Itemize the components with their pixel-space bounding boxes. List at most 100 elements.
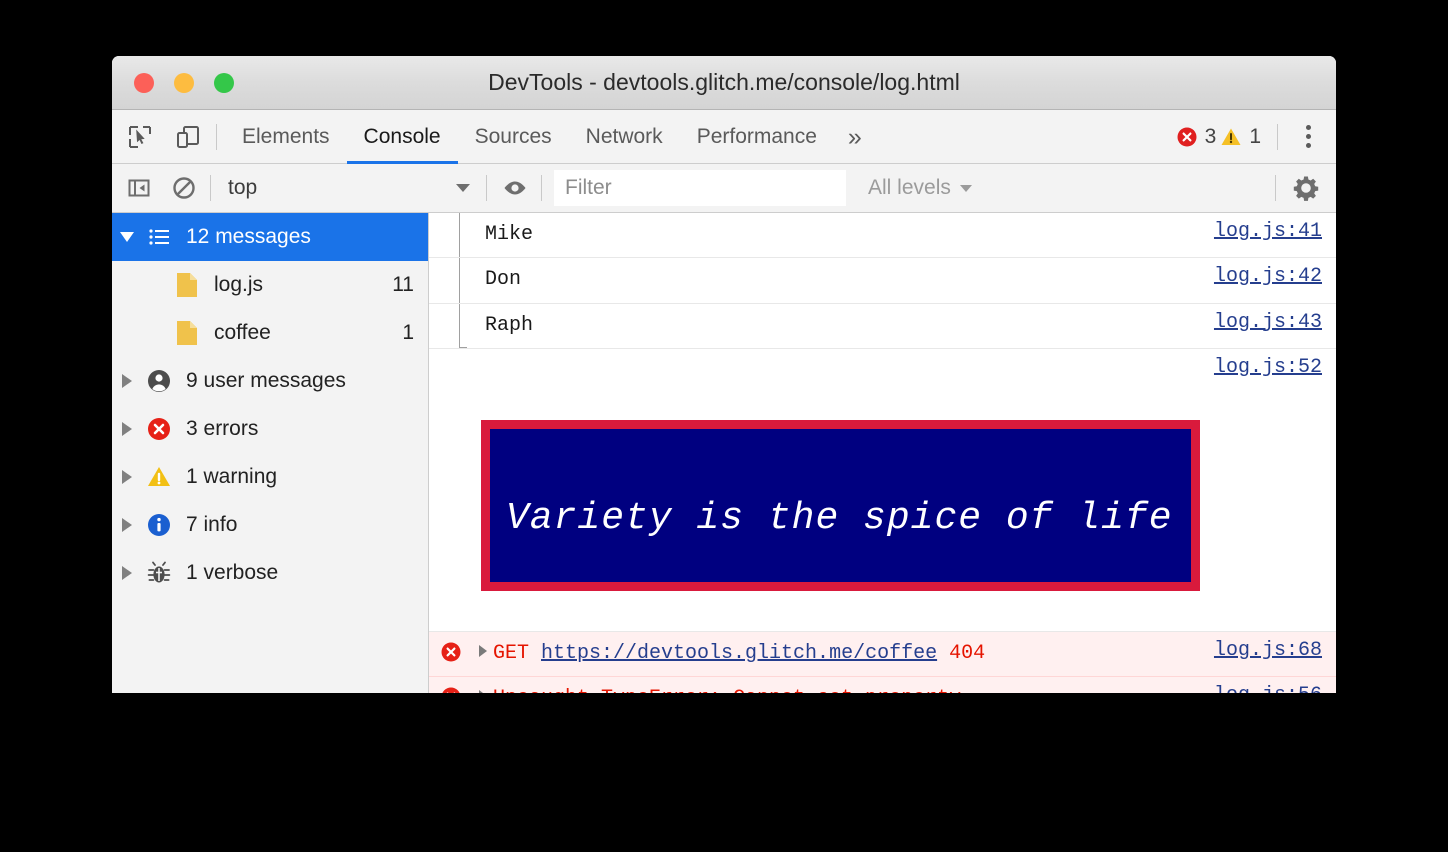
source-link[interactable]: log.js:56: [1200, 677, 1336, 693]
disclosure-triangle-down-icon[interactable]: [112, 232, 142, 242]
sidebar-item-label: coffee: [214, 321, 271, 344]
execution-context-label: top: [228, 176, 258, 199]
toolbar-divider: [210, 175, 211, 201]
console-message-row-error[interactable]: Uncaught TypeError: Cannot set property'…: [429, 677, 1336, 693]
device-toolbar-icon[interactable]: [168, 117, 208, 157]
error-count-value: 3: [1204, 124, 1217, 148]
bug-icon: [142, 560, 176, 586]
tab-sources[interactable]: Sources: [458, 110, 569, 164]
user-icon: [142, 368, 176, 394]
source-link[interactable]: log.js:43: [1200, 304, 1336, 334]
toolbar-divider: [486, 175, 487, 201]
sidebar-item-label: 12 messages: [186, 225, 311, 248]
source-link[interactable]: log.js:42: [1200, 258, 1336, 288]
show-console-sidebar-icon[interactable]: [121, 170, 157, 206]
error-icon: [429, 632, 473, 663]
disclosure-triangle-right-icon[interactable]: [112, 518, 142, 532]
inspect-element-icon[interactable]: [120, 117, 160, 157]
toolbar-divider: [1277, 123, 1278, 150]
kebab-menu-icon[interactable]: [1290, 117, 1326, 157]
console-messages-list[interactable]: Mike log.js:41 Don log.js:42 Raph log.js…: [429, 213, 1336, 693]
console-message-text: Uncaught TypeError: Cannot set property'…: [493, 677, 1200, 693]
warning-count-value: 1: [1249, 124, 1261, 148]
devtools-window: DevTools - devtools.glitch.me/console/lo…: [112, 56, 1336, 693]
disclosure-triangle-right-icon[interactable]: [112, 422, 142, 436]
clear-console-icon[interactable]: [166, 170, 202, 206]
sidebar-item-all-messages[interactable]: 12 messages: [112, 213, 428, 261]
sidebar-item-logjs[interactable]: log.js 11: [112, 261, 428, 309]
file-icon: [170, 271, 204, 299]
toolbar-divider: [216, 123, 217, 150]
warning-icon: [1221, 128, 1241, 145]
expand-message-arrow[interactable]: [473, 677, 493, 693]
sidebar-item-label: 7 info: [186, 513, 238, 536]
window-titlebar: DevTools - devtools.glitch.me/console/lo…: [112, 56, 1336, 110]
console-message-row-styled[interactable]: Variety is the spice of life log.js:52: [429, 349, 1336, 633]
settings-gear-icon[interactable]: [1288, 170, 1324, 206]
console-message-text: Mike: [485, 223, 534, 246]
error-icon: [142, 416, 176, 442]
sidebar-item-coffee[interactable]: coffee 1: [112, 309, 428, 357]
console-message-text: GET https://devtools.glitch.me/coffee 40…: [493, 632, 1200, 676]
create-live-expression-icon[interactable]: [497, 170, 533, 206]
console-message-row[interactable]: Raph log.js:43: [429, 303, 1336, 350]
panel-tabs: Elements Console Sources Network Perform…: [225, 110, 876, 164]
error-icon: [429, 677, 473, 693]
sidebar-item-info[interactable]: 7 info: [112, 501, 428, 549]
console-message-row-error[interactable]: GET https://devtools.glitch.me/coffee 40…: [429, 632, 1336, 678]
console-filter-toolbar: top All levels: [112, 164, 1336, 213]
error-icon: [1177, 127, 1197, 146]
execution-context-selector[interactable]: top: [228, 170, 478, 206]
sidebar-item-label: log.js: [214, 273, 264, 296]
error-message-line1: Uncaught TypeError: Cannot set property: [493, 687, 961, 693]
console-body: 12 messages log.js 11 coffee 1 9 user me…: [112, 213, 1336, 693]
expand-message-arrow[interactable]: [473, 632, 493, 658]
sidebar-item-count: 11: [392, 273, 414, 296]
file-icon: [170, 319, 204, 347]
tab-performance[interactable]: Performance: [680, 110, 834, 164]
info-icon: [142, 512, 176, 538]
sidebar-item-user-messages[interactable]: 9 user messages: [112, 357, 428, 405]
disclosure-triangle-right-icon[interactable]: [112, 566, 142, 580]
filter-input[interactable]: [554, 170, 846, 206]
disclosure-triangle-right-icon[interactable]: [112, 374, 142, 388]
tab-network[interactable]: Network: [569, 110, 680, 164]
sidebar-item-label: 1 verbose: [186, 561, 279, 584]
console-message-text: Raph: [485, 313, 534, 337]
list-icon: [142, 225, 176, 249]
error-count-badge[interactable]: 3: [1176, 124, 1217, 149]
group-indent-line: [459, 258, 460, 303]
sidebar-item-errors[interactable]: 3 errors: [112, 405, 428, 453]
sidebar-item-label: 9 user messages: [186, 369, 346, 392]
sidebar-item-label: 1 warning: [186, 465, 278, 488]
console-message-row[interactable]: Don log.js:42: [429, 258, 1336, 304]
sidebar-item-warnings[interactable]: 1 warning: [112, 453, 428, 501]
styled-message-text: Variety is the spice of life: [506, 496, 1173, 540]
sidebar-item-verbose[interactable]: 1 verbose: [112, 549, 428, 597]
warning-icon: [142, 464, 176, 490]
tabbar-right-group: 3 1: [1176, 110, 1336, 164]
console-sidebar: 12 messages log.js 11 coffee 1 9 user me…: [112, 213, 429, 693]
tab-console[interactable]: Console: [346, 110, 458, 164]
toolbar-divider: [1275, 175, 1276, 201]
sidebar-item-label: 3 errors: [186, 417, 259, 440]
group-indent-line: [459, 213, 460, 258]
error-url-link[interactable]: https://devtools.glitch.me/coffee: [541, 642, 937, 665]
disclosure-triangle-right-icon[interactable]: [112, 470, 142, 484]
console-message-row[interactable]: Mike log.js:41: [429, 213, 1336, 259]
warning-count-badge[interactable]: 1: [1220, 125, 1261, 149]
styled-message-box: Variety is the spice of life: [481, 419, 1200, 591]
group-indent-line: [459, 303, 467, 349]
toolbar-divider: [541, 175, 542, 201]
source-link[interactable]: log.js:41: [1200, 213, 1336, 243]
log-level-selector[interactable]: All levels: [868, 170, 972, 206]
window-title: DevTools - devtools.glitch.me/console/lo…: [488, 69, 960, 95]
source-link[interactable]: log.js:68: [1200, 632, 1336, 662]
more-tabs-button[interactable]: »: [834, 110, 876, 164]
source-link[interactable]: log.js:52: [1200, 349, 1336, 379]
devtools-tabbar: Elements Console Sources Network Perform…: [112, 110, 1336, 164]
sidebar-item-count: 1: [402, 321, 414, 344]
error-method: GET: [493, 642, 542, 666]
tab-elements[interactable]: Elements: [225, 110, 347, 164]
filterbar-right-group: [1267, 170, 1336, 206]
